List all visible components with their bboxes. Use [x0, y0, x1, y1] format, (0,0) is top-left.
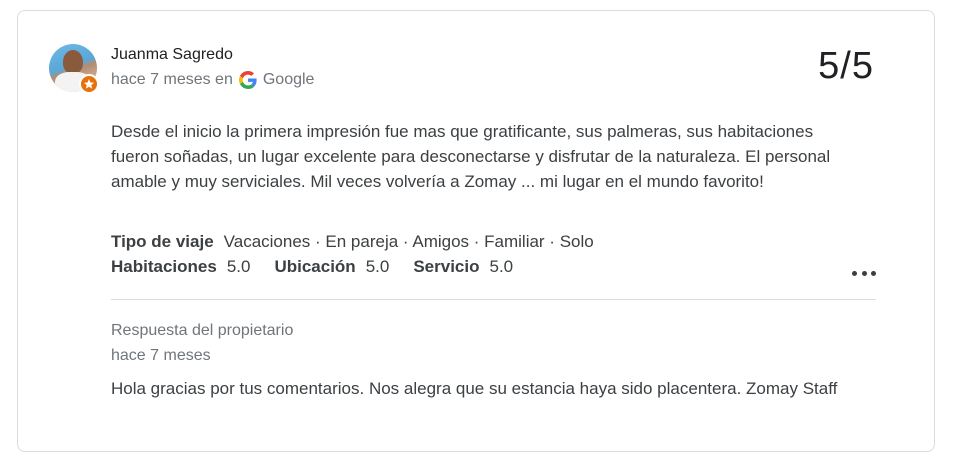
owner-response-text: Hola gracias por tus comentarios. Nos al…: [111, 379, 838, 398]
divider: [111, 299, 876, 300]
score-location: Ubicación 5.0: [274, 257, 390, 276]
review-text: Desde el inicio la primera impresión fue…: [111, 122, 831, 191]
trip-type-label: Tipo de viaje: [111, 232, 214, 251]
review-source: Google: [262, 71, 315, 88]
trip-type-value: Vacaciones · En pareja · Amigos · Famili…: [223, 232, 594, 251]
category-scores: Habitaciones 5.0 Ubicación 5.0 Servicio 5.0: [111, 257, 537, 277]
review-card: Juanma Sagredo hace 7 meses en Google 5/…: [17, 10, 935, 452]
score-service: Servicio 5.0: [413, 257, 514, 276]
owner-response-time: hace 7 meses: [111, 347, 211, 364]
rating-score: 5/5: [818, 45, 874, 87]
owner-response-title: Respuesta del propietario: [111, 322, 294, 339]
author-name[interactable]: Juanma Sagredo: [111, 46, 233, 64]
review-time: hace 7 meses en: [111, 71, 233, 88]
trip-type: Tipo de viaje Vacaciones · En pareja · Am…: [111, 232, 594, 252]
more-horiz-icon: [852, 270, 857, 276]
more-options-button[interactable]: [852, 266, 876, 280]
google-g-icon: [238, 71, 257, 89]
avatar[interactable]: [49, 44, 99, 94]
local-guide-star-icon: [79, 74, 99, 94]
review-meta: hace 7 meses en Google: [111, 71, 314, 89]
score-rooms: Habitaciones 5.0: [111, 257, 251, 276]
